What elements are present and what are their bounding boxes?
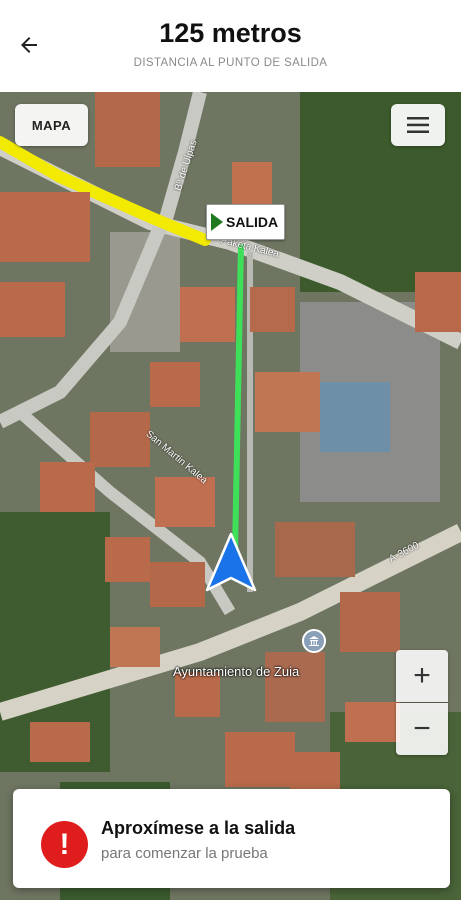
flag-icon	[211, 213, 223, 231]
location-arrow-icon	[205, 532, 257, 592]
status-card: ! Aproxímese a la salida para comenzar l…	[13, 789, 450, 888]
menu-button[interactable]	[391, 104, 445, 146]
status-title: Aproxímese a la salida	[101, 818, 296, 838]
map-type-button[interactable]: MAPA	[15, 104, 88, 146]
start-point-label: SALIDA	[226, 214, 279, 230]
zoom-out-button[interactable]: −	[396, 703, 448, 755]
exclamation-icon: !	[41, 821, 88, 868]
distance-subtitle: DISTANCIA AL PUNTO DE SALIDA	[133, 57, 328, 69]
poi-label: Ayuntamiento de Zuia	[173, 664, 300, 679]
status-subtitle: para comenzar la prueba	[101, 845, 268, 862]
header-bar: 125 metros DISTANCIA AL PUNTO DE SALIDA	[0, 0, 461, 92]
town-hall-icon[interactable]	[302, 629, 326, 653]
hamburger-menu-icon	[407, 117, 429, 133]
zoom-in-button[interactable]: +	[396, 650, 448, 702]
distance-title: 125 metros	[159, 18, 302, 48]
start-point-marker[interactable]: SALIDA	[206, 204, 286, 240]
